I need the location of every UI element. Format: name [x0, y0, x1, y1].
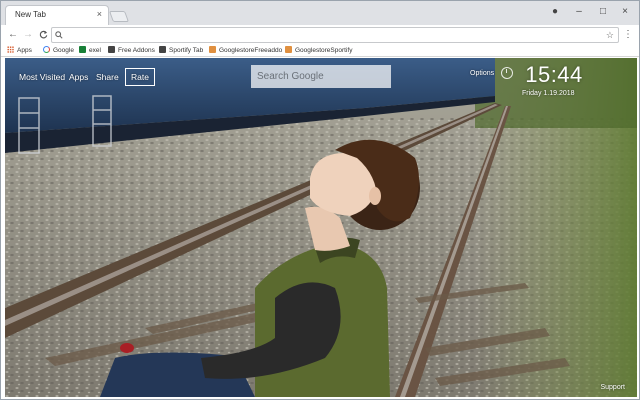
address-bar[interactable]: ☆ [51, 27, 619, 43]
google-icon [43, 46, 50, 53]
bookmark-sportify-tab[interactable]: Sportify Tab [159, 45, 203, 57]
clock-time: 15:44 [525, 62, 583, 87]
bookmark-label: Free Addons [118, 47, 155, 54]
search-input[interactable] [251, 65, 391, 88]
background-photo [5, 58, 637, 397]
sportify-icon [159, 46, 166, 53]
rate-link[interactable]: Rate [125, 68, 155, 86]
store-icon [285, 46, 292, 53]
bookmark-exel[interactable]: exel [79, 45, 101, 57]
bookmark-label: GooglestoreSportify [295, 47, 353, 54]
close-icon[interactable]: × [97, 9, 102, 19]
addons-icon [108, 46, 115, 53]
close-window-button[interactable]: × [613, 3, 637, 21]
sheets-icon [79, 46, 86, 53]
clock-icon[interactable] [501, 67, 513, 79]
search-icon [55, 29, 63, 42]
bookmark-label: Sportify Tab [169, 47, 204, 54]
bookmark-apps[interactable]: Apps [7, 45, 32, 57]
options-link[interactable]: Options [470, 70, 494, 77]
bookmark-googlestore-freeaddo[interactable]: GooglestoreFreeaddo [209, 45, 283, 57]
browser-window: New Tab × ● – □ × ← → ☆ ⋮ Apps Google ex… [0, 0, 640, 400]
address-input[interactable] [66, 29, 596, 41]
forward-arrow-icon[interactable]: → [21, 27, 35, 43]
toolbar: ← → ☆ ⋮ [1, 25, 639, 45]
new-tab-button[interactable] [108, 11, 130, 22]
tab-new-tab[interactable]: New Tab × [5, 5, 109, 25]
minimize-button[interactable]: – [567, 3, 591, 21]
new-tab-page: Most Visited Apps Share Rate Options 15:… [5, 58, 637, 397]
maximize-button[interactable]: □ [591, 3, 615, 21]
menu-icon[interactable]: ⋮ [623, 27, 633, 43]
bookmark-label: GooglestoreFreeaddo [219, 47, 283, 54]
search-box [251, 65, 391, 88]
bookmark-google[interactable]: Google [43, 45, 74, 57]
bookmark-free-addons[interactable]: Free Addons [108, 45, 155, 57]
tab-title: New Tab [15, 10, 46, 19]
clock-date: Friday 1.19.2018 [522, 90, 575, 97]
back-arrow-icon[interactable]: ← [6, 27, 20, 43]
bookmarks-bar: Apps Google exel Free Addons Sportify Ta… [1, 45, 639, 57]
apps-link[interactable]: Apps [69, 72, 88, 82]
most-visited-link[interactable]: Most Visited [19, 72, 65, 82]
bookmark-googlestore-sportify[interactable]: GooglestoreSportify [285, 45, 352, 57]
store-icon [209, 46, 216, 53]
apps-grid-icon [7, 46, 14, 53]
share-link[interactable]: Share [96, 72, 119, 82]
support-link[interactable]: Support [600, 384, 625, 391]
bookmark-star-icon[interactable]: ☆ [606, 29, 614, 41]
user-icon[interactable]: ● [543, 3, 567, 21]
bookmark-label: Apps [17, 47, 32, 54]
title-bar: New Tab × ● – □ × [1, 1, 639, 25]
bookmark-label: Google [53, 47, 74, 54]
reload-icon[interactable] [36, 27, 50, 43]
bookmark-label: exel [89, 47, 101, 54]
